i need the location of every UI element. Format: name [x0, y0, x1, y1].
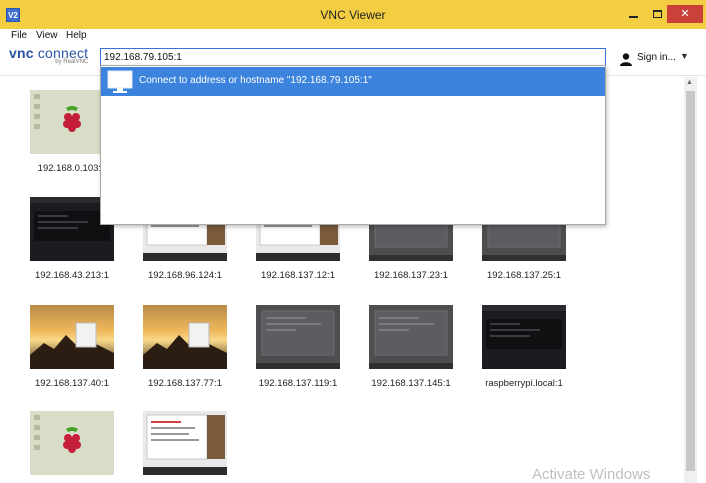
- address-suggestions-dropdown: Connect to address or hostname "192.168.…: [100, 65, 606, 225]
- menu-bar: File View Help: [0, 29, 706, 43]
- sign-in-label: Sign in...: [637, 52, 676, 63]
- connection-label: 192.168.137.23:1: [374, 270, 448, 281]
- connection-thumbnail[interactable]: [143, 411, 227, 475]
- close-icon: ✕: [680, 8, 690, 20]
- connection-label: raspberrypi.local:1: [485, 378, 563, 389]
- activate-windows-watermark: Activate Windows: [532, 466, 651, 483]
- menu-help[interactable]: Help: [66, 30, 87, 41]
- connection-thumbnail[interactable]: [369, 305, 453, 369]
- connection-thumbnail[interactable]: [256, 305, 340, 369]
- connection-label: 192.168.43.213:1: [35, 270, 109, 281]
- vnc-viewer-window: V2 VNC Viewer ✕ File View Help vnc conne…: [0, 0, 706, 483]
- menu-view[interactable]: View: [36, 30, 58, 41]
- gray-desktop-preview: [369, 305, 453, 369]
- dark-desktop-preview: [482, 305, 566, 369]
- connect-option-label: Connect to address or hostname "192.168.…: [139, 75, 372, 86]
- connection-thumbnail[interactable]: [143, 305, 227, 369]
- sunset-wallpaper-preview: [30, 305, 114, 369]
- raspberry-pi-icon: [30, 411, 114, 475]
- connection-label: 192.168.137.25:1: [487, 270, 561, 281]
- close-button[interactable]: ✕: [667, 5, 703, 23]
- connection-label: 192.168.137.145:1: [371, 378, 451, 389]
- connection-label: 192.168.137.119:1: [258, 378, 338, 389]
- sunset-wallpaper-preview: [143, 305, 227, 369]
- gray-desktop-preview: [256, 305, 340, 369]
- connection-label: 192.168.137.12:1: [261, 270, 335, 281]
- menu-file[interactable]: File: [11, 30, 27, 41]
- minimize-button[interactable]: [620, 6, 646, 22]
- connection-thumbnail[interactable]: [30, 305, 114, 369]
- logo-text-bold: vnc: [9, 45, 34, 61]
- scroll-up-arrow-icon[interactable]: ▲: [686, 79, 693, 86]
- connection-thumbnail[interactable]: [482, 305, 566, 369]
- connection-label: 192.168.137.77:1: [148, 378, 222, 389]
- monitor-icon: [107, 70, 133, 93]
- title-bar: V2 VNC Viewer ✕: [0, 0, 706, 29]
- vertical-scrollbar[interactable]: ▲: [684, 77, 697, 483]
- connection-label: 192.168.96.124:1: [148, 270, 222, 281]
- scrollbar-thumb[interactable]: [686, 91, 695, 471]
- connect-to-address-option[interactable]: Connect to address or hostname "192.168.…: [101, 67, 605, 96]
- minimize-icon: [628, 16, 638, 18]
- person-icon: [620, 53, 632, 66]
- window-title: VNC Viewer: [320, 8, 386, 22]
- maximize-icon: [652, 10, 662, 18]
- chevron-down-icon: ▼: [680, 51, 689, 61]
- light-desktop-preview: [143, 411, 227, 475]
- vnc-connect-logo: vnc connect by RealVNC: [9, 45, 88, 65]
- connection-label: 192.168.137.40:1: [35, 378, 109, 389]
- connection-thumbnail[interactable]: [30, 411, 114, 475]
